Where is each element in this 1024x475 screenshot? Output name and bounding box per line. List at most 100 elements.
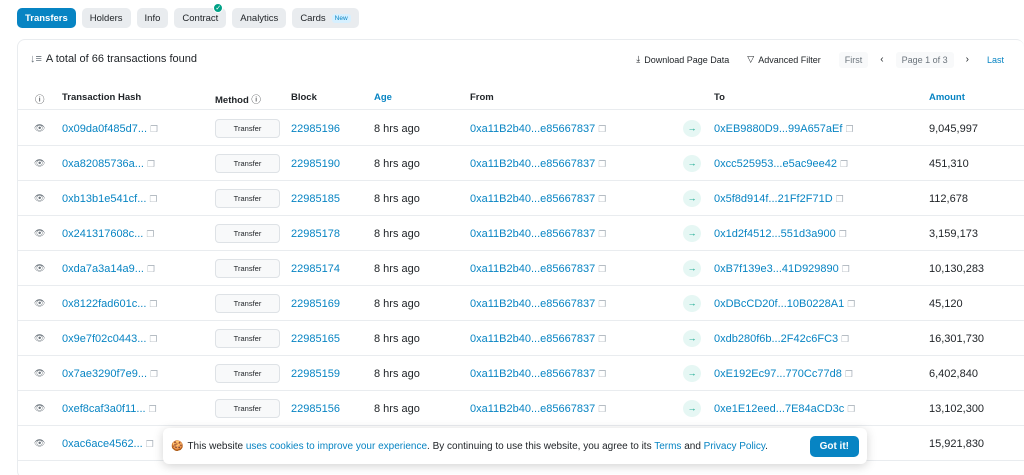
copy-icon[interactable]: ❐ xyxy=(836,194,844,204)
block-link[interactable]: 22985196 xyxy=(291,123,340,135)
view-details-icon[interactable]: 👁 xyxy=(34,228,45,239)
first-page-button[interactable]: First xyxy=(838,51,869,68)
copy-icon[interactable]: ❐ xyxy=(845,124,853,134)
tx-hash-link[interactable]: 0x241317608c... xyxy=(62,228,143,240)
copy-icon[interactable]: ❐ xyxy=(147,159,155,169)
copy-icon[interactable]: ❐ xyxy=(598,299,606,309)
col-age[interactable]: Age xyxy=(374,92,392,103)
copy-icon[interactable]: ❐ xyxy=(598,334,606,344)
block-link[interactable]: 22985185 xyxy=(291,193,340,205)
copy-icon[interactable]: ❐ xyxy=(149,334,157,344)
table-header: ⓘ Transaction Hash Method ⓘ Block Age Fr… xyxy=(17,88,1024,110)
tx-hash-link[interactable]: 0xb13b1e541cf... xyxy=(62,193,146,205)
copy-icon[interactable]: ❐ xyxy=(149,299,157,309)
last-page-button[interactable]: Last xyxy=(981,52,1010,68)
method-help-icon[interactable]: ⓘ xyxy=(251,95,261,106)
download-button[interactable]: ⤓ Download Page Data xyxy=(636,54,729,65)
view-details-icon[interactable]: 👁 xyxy=(34,333,45,344)
copy-icon[interactable]: ❐ xyxy=(149,404,157,414)
tx-hash-link[interactable]: 0x09da0f485d7... xyxy=(62,123,147,135)
copy-icon[interactable]: ❐ xyxy=(150,124,158,134)
tab-analytics[interactable]: Analytics xyxy=(232,8,287,28)
block-link[interactable]: 22985165 xyxy=(291,333,340,345)
copy-icon[interactable]: ❐ xyxy=(845,369,853,379)
copy-icon[interactable]: ❐ xyxy=(598,194,606,204)
tab-cards[interactable]: Cards New xyxy=(292,8,359,28)
next-page-icon[interactable]: › xyxy=(960,51,975,68)
from-address-link[interactable]: 0xa11B2b40...e85667837 xyxy=(470,403,595,415)
tx-hash-link[interactable]: 0x9e7f02c0443... xyxy=(62,333,146,345)
table-row: 👁 0x09da0f485d7... ❐ Transfer 22985196 8 … xyxy=(17,111,1024,146)
tx-hash-link[interactable]: 0xac6ace4562... xyxy=(62,438,143,450)
to-address-link[interactable]: 0xB7f139e3...41D929890 xyxy=(714,263,839,275)
block-link[interactable]: 22985159 xyxy=(291,368,340,380)
to-cell: 0xe1E12eed...7E84aCD3c ❐ xyxy=(714,403,855,415)
tx-hash-link[interactable]: 0xa82085736a... xyxy=(62,158,144,170)
copy-icon[interactable]: ❐ xyxy=(598,264,606,274)
tx-hash-link[interactable]: 0x8122fad601c... xyxy=(62,298,146,310)
tab-transfers[interactable]: Transfers xyxy=(17,8,76,28)
copy-icon[interactable]: ❐ xyxy=(847,299,855,309)
from-address-link[interactable]: 0xa11B2b40...e85667837 xyxy=(470,333,595,345)
block-link[interactable]: 22985156 xyxy=(291,403,340,415)
terms-link[interactable]: Terms xyxy=(654,441,681,452)
sort-icon[interactable]: ↓≡ xyxy=(30,53,42,65)
view-details-icon[interactable]: 👁 xyxy=(34,123,45,134)
copy-icon[interactable]: ❐ xyxy=(598,404,606,414)
copy-icon[interactable]: ❐ xyxy=(598,229,606,239)
view-details-icon[interactable]: 👁 xyxy=(34,298,45,309)
to-address-link[interactable]: 0x5f8d914f...21Ff2F71D xyxy=(714,193,833,205)
from-address-link[interactable]: 0xa11B2b40...e85667837 xyxy=(470,193,595,205)
copy-icon[interactable]: ❐ xyxy=(146,439,154,449)
from-address-link[interactable]: 0xa11B2b40...e85667837 xyxy=(470,298,595,310)
block-link[interactable]: 22985169 xyxy=(291,298,340,310)
view-details-icon[interactable]: 👁 xyxy=(34,193,45,204)
from-address-link[interactable]: 0xa11B2b40...e85667837 xyxy=(470,228,595,240)
to-address-link[interactable]: 0xEB9880D9...99A657aEf xyxy=(714,123,842,135)
copy-icon[interactable]: ❐ xyxy=(842,264,850,274)
privacy-policy-link[interactable]: Privacy Policy xyxy=(704,441,766,452)
got-it-button[interactable]: Got it! xyxy=(809,435,859,457)
info-icon[interactable]: ⓘ xyxy=(35,92,45,106)
tab-info[interactable]: Info xyxy=(136,8,169,28)
block-link[interactable]: 22985174 xyxy=(291,263,340,275)
copy-icon[interactable]: ❐ xyxy=(150,369,158,379)
view-details-icon[interactable]: 👁 xyxy=(34,368,45,379)
copy-icon[interactable]: ❐ xyxy=(840,159,848,169)
copy-icon[interactable]: ❐ xyxy=(841,334,849,344)
copy-icon[interactable]: ❐ xyxy=(147,264,155,274)
tx-hash-link[interactable]: 0xef8caf3a0f11... xyxy=(62,403,146,415)
copy-icon[interactable]: ❐ xyxy=(149,194,157,204)
tx-hash-link[interactable]: 0x7ae3290f7e9... xyxy=(62,368,147,380)
view-details-icon[interactable]: 👁 xyxy=(34,403,45,414)
copy-icon[interactable]: ❐ xyxy=(598,124,606,134)
tab-contract[interactable]: Contract ✓ xyxy=(174,3,227,28)
to-address-link[interactable]: 0xDBcCD20f...10B0228A1 xyxy=(714,298,844,310)
to-address-link[interactable]: 0xE192Ec97...770Cc77d8 xyxy=(714,368,842,380)
cookie-policy-link[interactable]: uses cookies to improve your experience xyxy=(246,441,427,452)
copy-icon[interactable]: ❐ xyxy=(598,159,606,169)
copy-icon[interactable]: ❐ xyxy=(598,369,606,379)
to-address-link[interactable]: 0xcc525953...e5ac9ee42 xyxy=(714,158,837,170)
advanced-filter-button[interactable]: ▽ Advanced Filter xyxy=(747,54,820,65)
prev-page-icon[interactable]: ‹ xyxy=(874,51,889,68)
tx-hash-link[interactable]: 0xda7a3a14a9... xyxy=(62,263,144,275)
copy-icon[interactable]: ❐ xyxy=(146,229,154,239)
to-address-link[interactable]: 0xe1E12eed...7E84aCD3c xyxy=(714,403,844,415)
copy-icon[interactable]: ❐ xyxy=(839,229,847,239)
from-address-link[interactable]: 0xa11B2b40...e85667837 xyxy=(470,123,595,135)
to-address-link[interactable]: 0x1d2f4512...551d3a900 xyxy=(714,228,836,240)
block-link[interactable]: 22985190 xyxy=(291,158,340,170)
view-details-icon[interactable]: 👁 xyxy=(34,438,45,449)
from-address-link[interactable]: 0xa11B2b40...e85667837 xyxy=(470,368,595,380)
view-details-icon[interactable]: 👁 xyxy=(34,158,45,169)
copy-icon[interactable]: ❐ xyxy=(847,404,855,414)
block-link[interactable]: 22985178 xyxy=(291,228,340,240)
to-address-link[interactable]: 0xdb280f6b...2F42c6FC3 xyxy=(714,333,838,345)
tab-holders[interactable]: Holders xyxy=(81,8,131,28)
from-address-link[interactable]: 0xa11B2b40...e85667837 xyxy=(470,263,595,275)
view-details-icon[interactable]: 👁 xyxy=(34,263,45,274)
method-badge: Transfer xyxy=(215,259,280,278)
col-amount[interactable]: Amount xyxy=(929,92,965,103)
from-address-link[interactable]: 0xa11B2b40...e85667837 xyxy=(470,158,595,170)
